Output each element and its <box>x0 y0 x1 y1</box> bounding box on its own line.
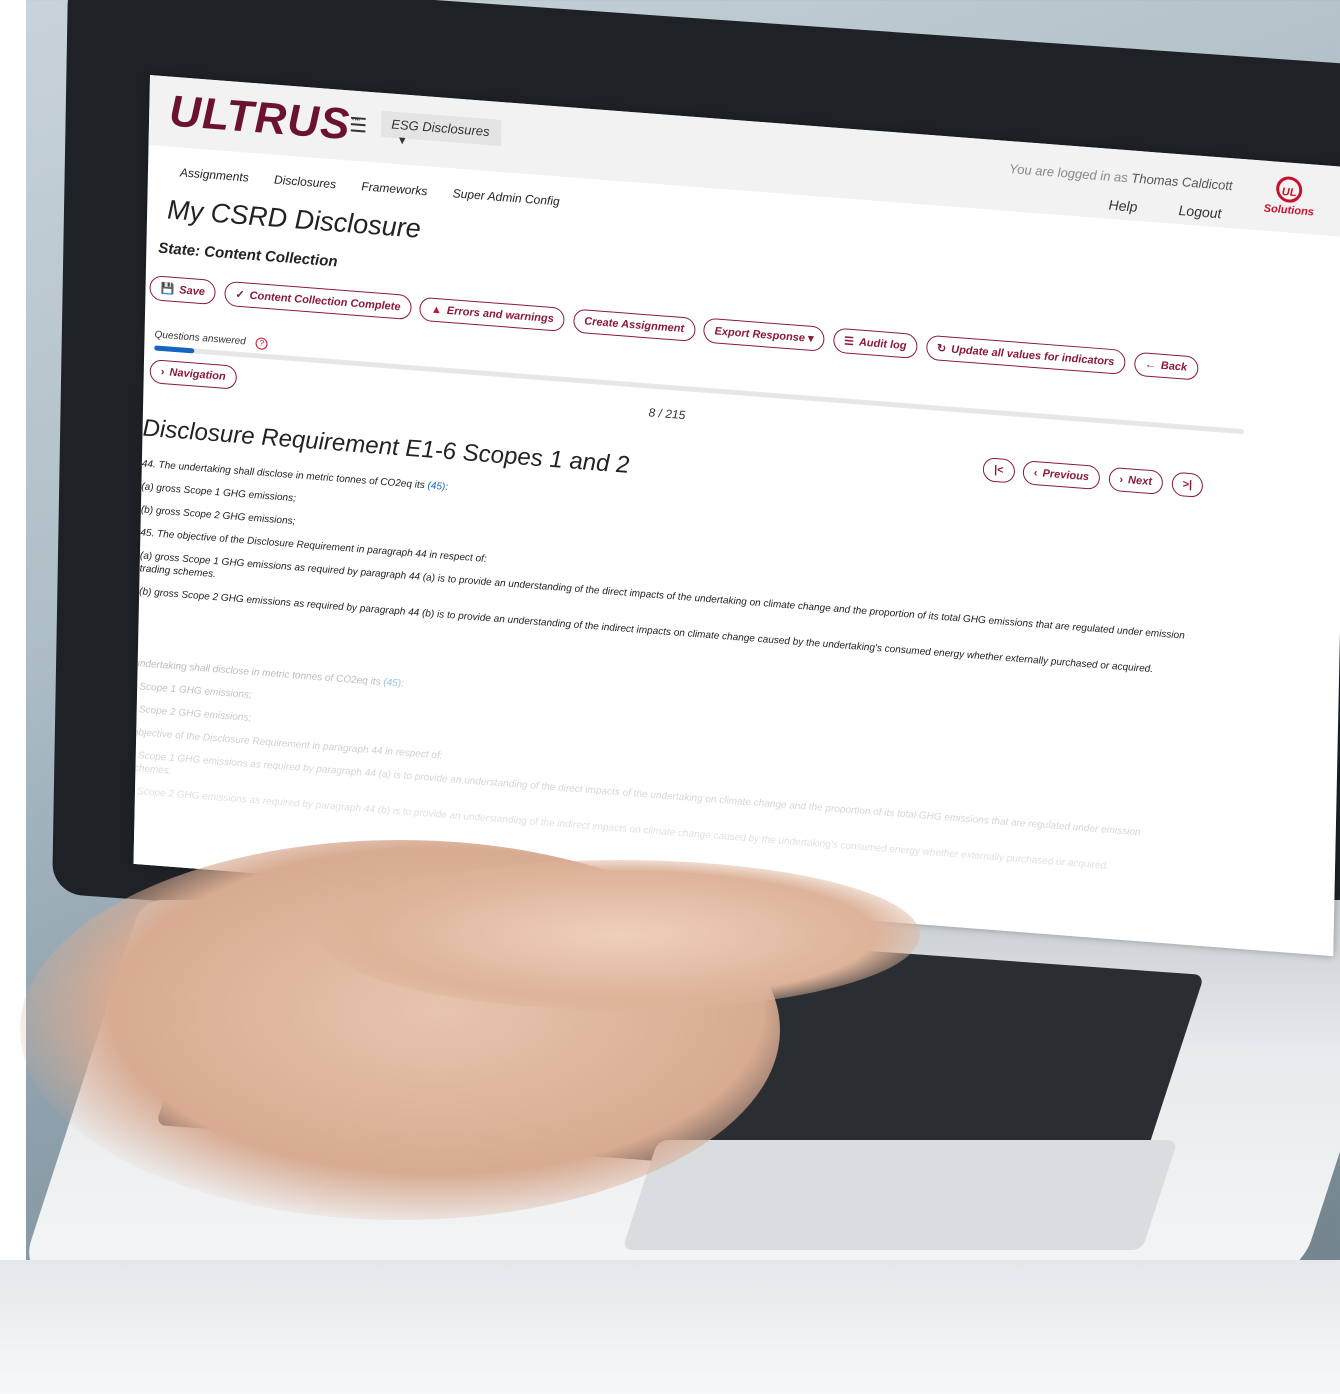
next-button[interactable]: › Next <box>1108 466 1164 495</box>
save-button[interactable]: 💾 Save <box>149 275 217 306</box>
ul-solutions-text: Solutions <box>1263 202 1314 219</box>
checkmark-icon: ✓ <box>235 288 245 302</box>
audit-log-button[interactable]: ☰ Audit log <box>832 327 918 360</box>
module-select[interactable]: ESG Disclosures ▾ <box>381 110 502 148</box>
export-response-label: Export Response <box>714 325 806 345</box>
next-label: Next <box>1127 474 1153 489</box>
paragraph-44-end: : <box>445 481 449 493</box>
laptop-trackpad <box>622 1140 1178 1250</box>
update-all-values-button[interactable]: ↻ Update all values for indicators <box>925 334 1126 375</box>
refresh-icon: ↻ <box>936 342 947 356</box>
nav-frameworks[interactable]: Frameworks <box>361 179 427 198</box>
previous-button[interactable]: ‹ Previous <box>1022 460 1101 491</box>
chevron-right-icon: › <box>160 365 165 379</box>
state-label: State: Content Collection <box>158 239 338 271</box>
help-circle-icon[interactable]: ? <box>255 337 268 351</box>
desk-surface <box>0 1260 1340 1394</box>
arrow-left-icon: ← <box>1144 358 1156 372</box>
laptop-screen: ULTRUS™ ☰ ESG Disclosures ▾ You are logg… <box>133 75 1340 957</box>
export-response-button[interactable]: Export Response ▾ <box>703 317 825 352</box>
ultrus-logo[interactable]: ULTRUS™ <box>169 87 362 152</box>
back-button[interactable]: ← Back <box>1133 351 1199 381</box>
page-title: My CSRD Disclosure <box>166 194 422 244</box>
previous-label: Previous <box>1042 467 1090 484</box>
floppy-disk-icon: 💾 <box>160 282 175 296</box>
navigation-button[interactable]: › Navigation <box>149 359 237 390</box>
logo-text: ULTRUS <box>168 86 351 150</box>
ul-solutions-logo: UL Solutions <box>1263 175 1315 219</box>
back-label: Back <box>1160 359 1188 374</box>
logout-link[interactable]: Logout <box>1178 202 1221 221</box>
questions-answered-label: Questions answered <box>154 329 246 348</box>
logged-in-status: You are logged in as Thomas Caldicott <box>1009 161 1233 193</box>
nav-disclosures[interactable]: Disclosures <box>274 173 336 192</box>
photo-left-edge <box>0 0 26 1394</box>
hamburger-icon[interactable]: ☰ <box>349 112 367 138</box>
caret-down-icon: ▾ <box>807 332 814 346</box>
content-collection-complete-label: Content Collection Complete <box>249 289 401 314</box>
nav-assignments[interactable]: Assignments <box>180 165 249 184</box>
chevron-left-icon: ‹ <box>1033 467 1038 480</box>
navigation-toggle[interactable]: › Navigation <box>149 359 241 390</box>
update-all-values-label: Update all values for indicators <box>951 343 1115 369</box>
help-link[interactable]: Help <box>1108 197 1137 215</box>
pager: |< ‹ Previous › Next >| <box>982 457 1208 498</box>
action-toolbar: 💾 Save ✓ Content Collection Complete ▲ Erro… <box>149 275 1340 392</box>
paragraph-44b: (b) gross Scope 2 GHG emissions; <box>140 504 296 528</box>
question-count: 8 / 215 <box>648 405 686 423</box>
content-collection-complete-button[interactable]: ✓ Content Collection Complete <box>224 280 412 321</box>
errors-and-warnings-label: Errors and warnings <box>446 304 554 326</box>
logged-in-prefix: You are logged in as <box>1009 161 1128 186</box>
create-assignment-button[interactable]: Create Assignment <box>573 308 696 342</box>
save-label: Save <box>179 284 206 299</box>
nav-super-admin-config[interactable]: Super Admin Config <box>453 186 560 208</box>
caret-down-icon: ▾ <box>398 132 406 148</box>
first-page-button[interactable]: |< <box>982 457 1015 484</box>
warning-triangle-icon: ▲ <box>430 303 442 317</box>
chevron-right-icon: › <box>1119 473 1124 486</box>
ul-mark: UL <box>1275 175 1303 204</box>
last-page-button[interactable]: >| <box>1171 471 1204 498</box>
questions-progress-fill <box>154 345 195 354</box>
navigation-label: Navigation <box>169 366 226 383</box>
errors-and-warnings-button[interactable]: ▲ Errors and warnings <box>419 296 566 332</box>
user-name: Thomas Caldicott <box>1131 170 1233 194</box>
footnote-45-link[interactable]: (45) <box>427 480 445 492</box>
audit-log-label: Audit log <box>858 336 907 353</box>
list-icon: ☰ <box>843 335 855 349</box>
typing-fingers <box>320 860 920 1010</box>
